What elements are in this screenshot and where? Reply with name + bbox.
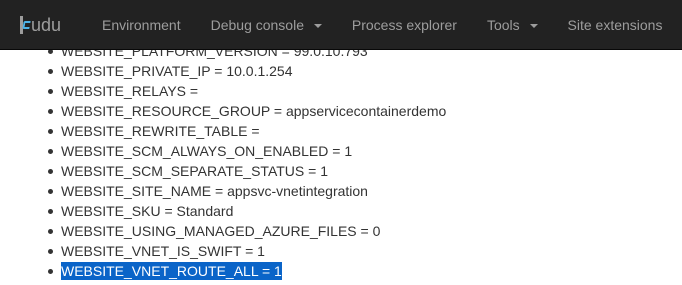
nav-item-label: Debug console	[210, 17, 304, 33]
logo-arm	[22, 21, 31, 29]
env-var-text-selected: WEBSITE_VNET_ROUTE_ALL = 1	[61, 262, 282, 280]
env-var-item-selected: WEBSITE_VNET_ROUTE_ALL = 1	[0, 261, 446, 281]
env-var-text: WEBSITE_REWRITE_TABLE =	[61, 123, 260, 139]
bullet-icon	[48, 209, 53, 214]
bullet-icon	[48, 269, 53, 274]
env-var-text: WEBSITE_SKU = Standard	[61, 203, 234, 219]
env-var-item: WEBSITE_RESOURCE_GROUP = appserviceconta…	[0, 101, 446, 121]
bullet-icon	[48, 189, 53, 194]
bullet-icon	[48, 229, 53, 234]
env-var-text: WEBSITE_RELAYS =	[61, 83, 199, 99]
env-var-item: WEBSITE_SCM_ALWAYS_ON_ENABLED = 1	[0, 141, 446, 161]
bullet-icon	[48, 169, 53, 174]
bullet-icon	[48, 89, 53, 94]
bullet-icon	[48, 149, 53, 154]
kudu-k-logo-icon	[20, 16, 31, 34]
env-var-item: WEBSITE_SITE_NAME = appsvc-vnetintegrati…	[0, 181, 446, 201]
env-var-item: WEBSITE_SCM_SEPARATE_STATUS = 1	[0, 161, 446, 181]
chevron-down-icon	[313, 24, 322, 29]
top-navbar: udu Environment Debug console Process ex…	[0, 0, 682, 50]
nav-item-label: Process explorer	[351, 17, 457, 33]
nav-item-site-extensions[interactable]: Site extensions	[553, 0, 678, 50]
env-var-text: WEBSITE_PRIVATE_IP = 10.0.1.254	[61, 63, 293, 79]
env-var-item: WEBSITE_USING_MANAGED_AZURE_FILES = 0	[0, 221, 446, 241]
kudu-logo[interactable]: udu	[20, 0, 61, 50]
env-var-text: WEBSITE_VNET_IS_SWIFT = 1	[61, 243, 265, 259]
brand-name: udu	[31, 15, 62, 35]
nav-menu: Environment Debug console Process explor…	[87, 0, 677, 50]
env-var-text: WEBSITE_SITE_NAME = appsvc-vnetintegrati…	[61, 183, 368, 199]
env-var-item: WEBSITE_RELAYS =	[0, 81, 446, 101]
nav-item-debug-console[interactable]: Debug console	[196, 0, 337, 50]
bullet-icon	[48, 69, 53, 74]
nav-item-environment[interactable]: Environment	[87, 0, 196, 50]
nav-item-process-explorer[interactable]: Process explorer	[337, 0, 472, 50]
environment-variables-list: WEBSITE_PLATFORM_VERSION = 99.0.10.793 W…	[0, 41, 446, 281]
bullet-icon	[48, 129, 53, 134]
bullet-icon	[48, 109, 53, 114]
chevron-down-icon	[529, 24, 538, 29]
env-var-item: WEBSITE_VNET_IS_SWIFT = 1	[0, 241, 446, 261]
env-var-text: WEBSITE_SCM_ALWAYS_ON_ENABLED = 1	[61, 143, 353, 159]
bullet-icon	[48, 249, 53, 254]
env-var-text: WEBSITE_SCM_SEPARATE_STATUS = 1	[61, 163, 328, 179]
env-var-text: WEBSITE_RESOURCE_GROUP = appserviceconta…	[61, 103, 447, 119]
kudu-environment-page: WEBSITE_PLATFORM_VERSION = 99.0.10.793 W…	[0, 0, 682, 285]
env-var-item: WEBSITE_REWRITE_TABLE =	[0, 121, 446, 141]
nav-item-label: Site extensions	[567, 17, 663, 33]
env-var-item: WEBSITE_SKU = Standard	[0, 201, 446, 221]
nav-item-tools[interactable]: Tools	[472, 0, 553, 50]
nav-item-label: Environment	[102, 17, 181, 33]
env-var-text: WEBSITE_USING_MANAGED_AZURE_FILES = 0	[61, 223, 381, 239]
nav-item-label: Tools	[486, 17, 520, 33]
env-var-item: WEBSITE_PRIVATE_IP = 10.0.1.254	[0, 61, 446, 81]
